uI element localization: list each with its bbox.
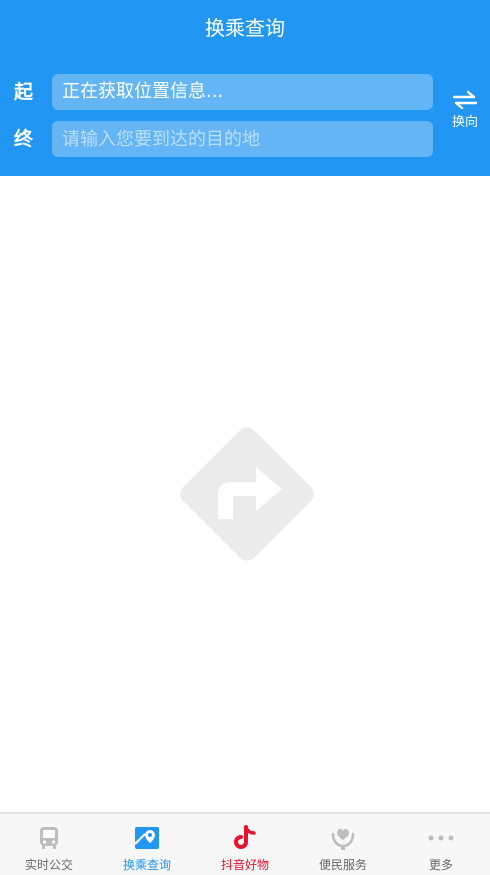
page-title: 换乘查询 <box>205 16 285 40</box>
swap-direction-button[interactable]: 换向 <box>442 90 488 138</box>
more-dots-icon <box>428 835 454 841</box>
tab-convenience-services[interactable]: 便民服务 <box>294 814 392 875</box>
start-location-input[interactable]: 正在获取位置信息... <box>52 74 433 110</box>
douyin-icon <box>234 825 256 849</box>
tab-transfer-query[interactable]: 换乘查询 <box>98 814 196 875</box>
map-pin-icon <box>134 827 159 849</box>
bottom-tab-bar: 实时公交 换乘查询 抖音好物 便民服务 更多 <box>0 812 490 875</box>
swap-label: 换向 <box>451 115 478 130</box>
header: 换乘查询 起 正在获取位置信息... 终 换向 <box>0 0 490 176</box>
heart-hand-icon <box>331 828 355 850</box>
tab-realtime-bus[interactable]: 实时公交 <box>0 814 98 875</box>
bus-icon <box>40 827 58 849</box>
destination-input[interactable] <box>52 121 433 157</box>
tab-label: 便民服务 <box>318 858 367 872</box>
tab-more[interactable]: 更多 <box>392 814 490 875</box>
swap-icon <box>452 90 478 110</box>
tab-label: 换乘查询 <box>122 858 171 872</box>
tab-label: 实时公交 <box>24 858 73 872</box>
tab-label: 更多 <box>428 858 453 872</box>
start-label: 起 <box>14 81 34 103</box>
end-label: 终 <box>14 128 34 150</box>
tab-label: 抖音好物 <box>220 858 269 872</box>
route-sign-icon <box>170 417 324 571</box>
tab-douyin-goods[interactable]: 抖音好物 <box>196 814 294 875</box>
